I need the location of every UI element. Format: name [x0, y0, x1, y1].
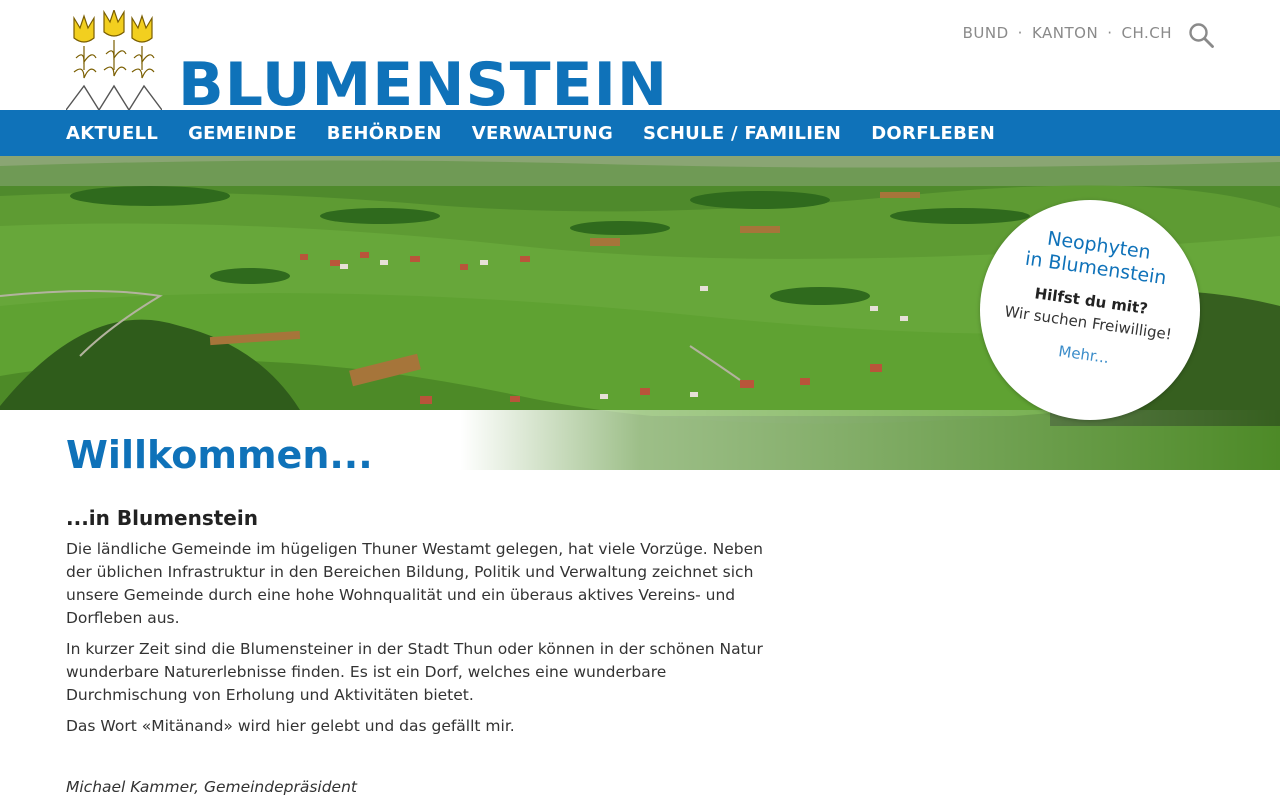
separator: ·: [1017, 24, 1023, 42]
nav-item-verwaltung[interactable]: VERWALTUNG: [472, 123, 613, 144]
intro-paragraph-1: Die ländliche Gemeinde im hügeligen Thun…: [66, 540, 763, 627]
page-title: Willkommen...: [66, 433, 373, 477]
welcome-section: Willkommen... ...in Blumenstein Die länd…: [66, 430, 786, 796]
signature: Michael Kammer, Gemeindepräsident: [66, 778, 357, 796]
nav-item-gemeinde[interactable]: GEMEINDE: [188, 123, 297, 144]
intro-paragraph-3: Das Wort «Mitänand» wird hier gelebt und…: [66, 717, 515, 735]
nav-item-schule-familien[interactable]: SCHULE / FAMILIEN: [643, 123, 841, 144]
section-subtitle: ...in Blumenstein: [66, 506, 258, 530]
separator: ·: [1107, 24, 1113, 42]
link-kanton[interactable]: KANTON: [1032, 24, 1098, 42]
header: BLUMENSTEIN BUND · KANTON · CH.CH: [0, 0, 1280, 110]
site-title[interactable]: BLUMENSTEIN: [178, 50, 668, 110]
coat-of-arms-icon[interactable]: [66, 10, 162, 110]
link-chch[interactable]: CH.CH: [1121, 24, 1172, 42]
main-navigation: AKTUELL GEMEINDE BEHÖRDEN VERWALTUNG SCH…: [0, 110, 1280, 156]
nav-item-behoerden[interactable]: BEHÖRDEN: [327, 123, 442, 144]
nav-item-aktuell[interactable]: AKTUELL: [66, 123, 158, 144]
neophyten-promo-badge[interactable]: Neophyten in Blumenstein Hilfst du mit? …: [980, 200, 1200, 420]
search-icon[interactable]: [1188, 22, 1214, 48]
nav-item-dorfleben[interactable]: DORFLEBEN: [871, 123, 995, 144]
top-links: BUND · KANTON · CH.CH: [963, 24, 1172, 42]
link-bund[interactable]: BUND: [963, 24, 1009, 42]
intro-paragraph-2: In kurzer Zeit sind die Blumensteiner in…: [66, 640, 763, 704]
